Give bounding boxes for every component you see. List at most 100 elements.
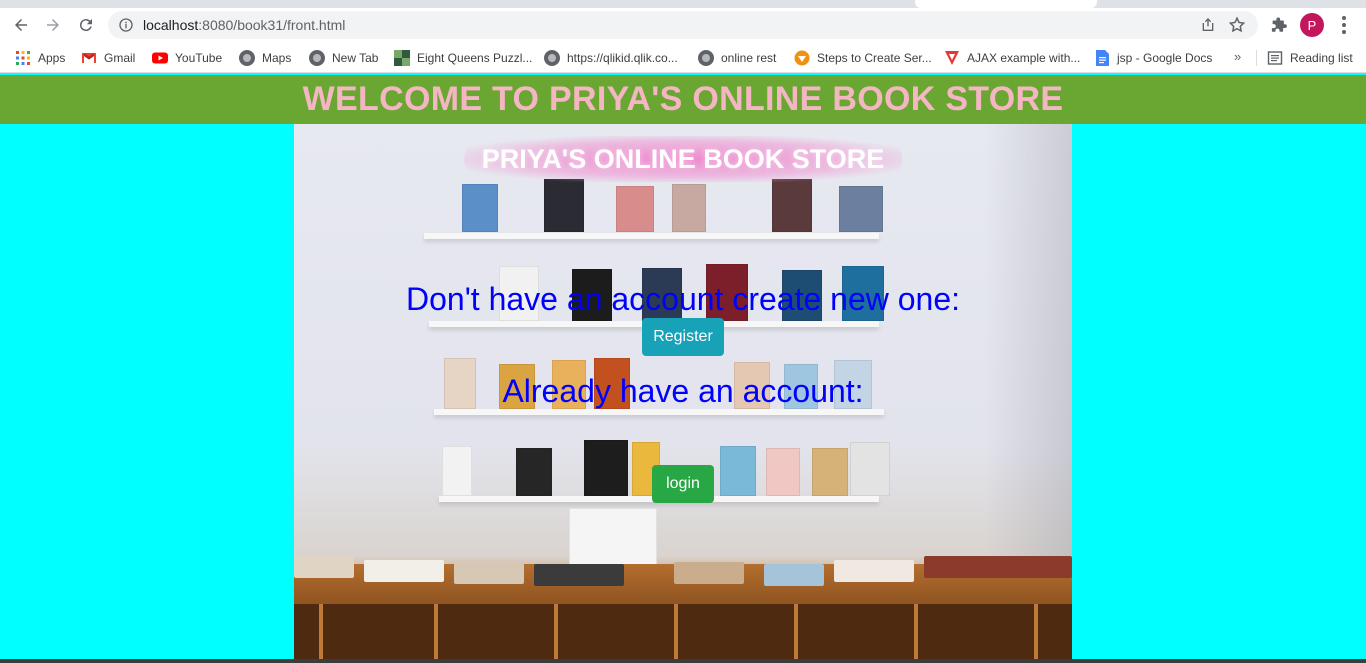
cubby-divider [319, 604, 323, 663]
back-button[interactable] [8, 12, 34, 38]
gmail-icon [82, 53, 96, 63]
book [772, 179, 812, 232]
active-tab[interactable] [915, 0, 1097, 8]
book [516, 448, 552, 496]
bookmark-maps[interactable]: Maps [239, 49, 291, 67]
reading-list-icon [1267, 51, 1283, 65]
shelf [424, 233, 879, 239]
bookmark-label: Gmail [104, 51, 136, 65]
extensions-puzzle-icon[interactable] [1270, 16, 1288, 34]
book [812, 448, 848, 496]
book [839, 186, 883, 232]
table-front [294, 604, 1072, 663]
browser-toolbar: localhost:8080/book31/front.html P [0, 8, 1366, 42]
bookmark-label: https://qlikid.qlik.co... [567, 51, 678, 65]
register-prompt: Don't have an account create new one: [405, 281, 961, 317]
cubby-divider [794, 604, 798, 663]
hero-title: PRIYA'S ONLINE BOOK STORE [464, 136, 902, 182]
bookmark-youtube[interactable]: YouTube [152, 49, 222, 67]
book-pile [534, 564, 624, 586]
bookmarks-divider [1256, 50, 1257, 66]
bookmark-label: Steps to Create Ser... [817, 51, 932, 65]
book [720, 446, 756, 496]
url-text[interactable]: localhost:8080/book31/front.html [143, 17, 345, 33]
bookmark-star-icon[interactable] [1228, 16, 1246, 34]
arrow-left-icon [15, 19, 27, 31]
address-bar[interactable]: localhost:8080/book31/front.html [108, 11, 1258, 39]
bookmark-new-tab[interactable]: New Tab [309, 49, 378, 67]
book-pile [834, 560, 914, 582]
globe-icon [309, 50, 325, 66]
reading-list-button[interactable]: Reading list [1267, 49, 1353, 67]
globe-icon [544, 50, 560, 66]
globe-icon [698, 50, 714, 66]
bookmark-apps[interactable]: Apps [15, 49, 65, 67]
book-pile [294, 556, 354, 578]
bookmark-jsp-google-docs[interactable]: jsp - Google Docs [1094, 49, 1212, 67]
display-book [569, 508, 657, 572]
bookmark-label: AJAX example with... [967, 51, 1081, 65]
banner-title: WELCOME TO PRIYA'S ONLINE BOOK STORE [302, 80, 1064, 118]
menu-kebab-icon[interactable] [1336, 15, 1352, 35]
book-pile [674, 562, 744, 584]
book [616, 186, 654, 232]
book [584, 440, 628, 496]
bookstore-hero-image: PRIYA'S ONLINE BOOK STORE Don't have an … [294, 124, 1072, 663]
bookmark-label: Apps [38, 51, 66, 65]
book-pile [924, 556, 1072, 578]
book-pile [764, 564, 824, 586]
login-button[interactable]: login [652, 465, 714, 503]
cubby-divider [674, 604, 678, 663]
site-icon [794, 50, 810, 66]
site-icon [394, 50, 410, 66]
cubby-divider [554, 604, 558, 663]
book [850, 442, 890, 496]
taskbar-edge [0, 659, 1366, 663]
book [462, 184, 498, 232]
arrow-right-icon [47, 19, 59, 31]
tab-strip [0, 0, 1366, 8]
book [672, 184, 706, 232]
book-pile [364, 560, 444, 582]
page-content: WELCOME TO PRIYA'S ONLINE BOOK STORE PRI… [0, 75, 1366, 663]
youtube-icon [152, 52, 168, 64]
info-icon[interactable] [118, 17, 134, 33]
bookmark-label: Maps [262, 51, 292, 65]
reload-button[interactable] [73, 12, 99, 38]
site-icon [945, 51, 959, 65]
login-prompt: Already have an account: [502, 373, 864, 409]
reading-list-label: Reading list [1290, 51, 1353, 65]
cubby-divider [1034, 604, 1038, 663]
bookmark-ajax-example[interactable]: AJAX example with... [944, 49, 1080, 67]
book [544, 179, 584, 232]
book-pile [454, 562, 524, 584]
bookmark-eight-queens[interactable]: Eight Queens Puzzl... [394, 49, 532, 67]
bookmark-label: Eight Queens Puzzl... [417, 51, 533, 65]
profile-avatar[interactable]: P [1300, 13, 1324, 37]
bookmark-qlik[interactable]: https://qlikid.qlik.co... [544, 49, 678, 67]
bookmark-online-rest[interactable]: online rest [698, 49, 776, 67]
bookmark-label: New Tab [332, 51, 379, 65]
globe-icon [239, 50, 255, 66]
url-path: :8080/book31/front.html [198, 17, 346, 33]
url-host: localhost [143, 17, 199, 33]
book [766, 448, 800, 496]
reload-icon [79, 19, 92, 32]
bookmark-gmail[interactable]: Gmail [81, 49, 135, 67]
bookmark-label: jsp - Google Docs [1117, 51, 1213, 65]
google-docs-icon [1096, 50, 1109, 66]
bookmarks-bar: Apps Gmail YouTube Maps New Tab Eight Qu… [0, 42, 1366, 73]
bookmark-steps-create[interactable]: Steps to Create Ser... [794, 49, 932, 67]
bookmarks-overflow-button[interactable]: » [1234, 49, 1241, 64]
forward-button[interactable] [40, 12, 66, 38]
wall-shadow [984, 124, 1072, 594]
hero-title-text: PRIYA'S ONLINE BOOK STORE [481, 143, 885, 174]
cubby-divider [914, 604, 918, 663]
share-icon[interactable] [1200, 17, 1216, 33]
bookmark-label: online rest [721, 51, 777, 65]
welcome-banner: WELCOME TO PRIYA'S ONLINE BOOK STORE [0, 75, 1366, 124]
register-button[interactable]: Register [642, 318, 724, 356]
bookmark-label: YouTube [175, 51, 223, 65]
apps-grid-icon [16, 51, 30, 65]
cubby-divider [434, 604, 438, 663]
